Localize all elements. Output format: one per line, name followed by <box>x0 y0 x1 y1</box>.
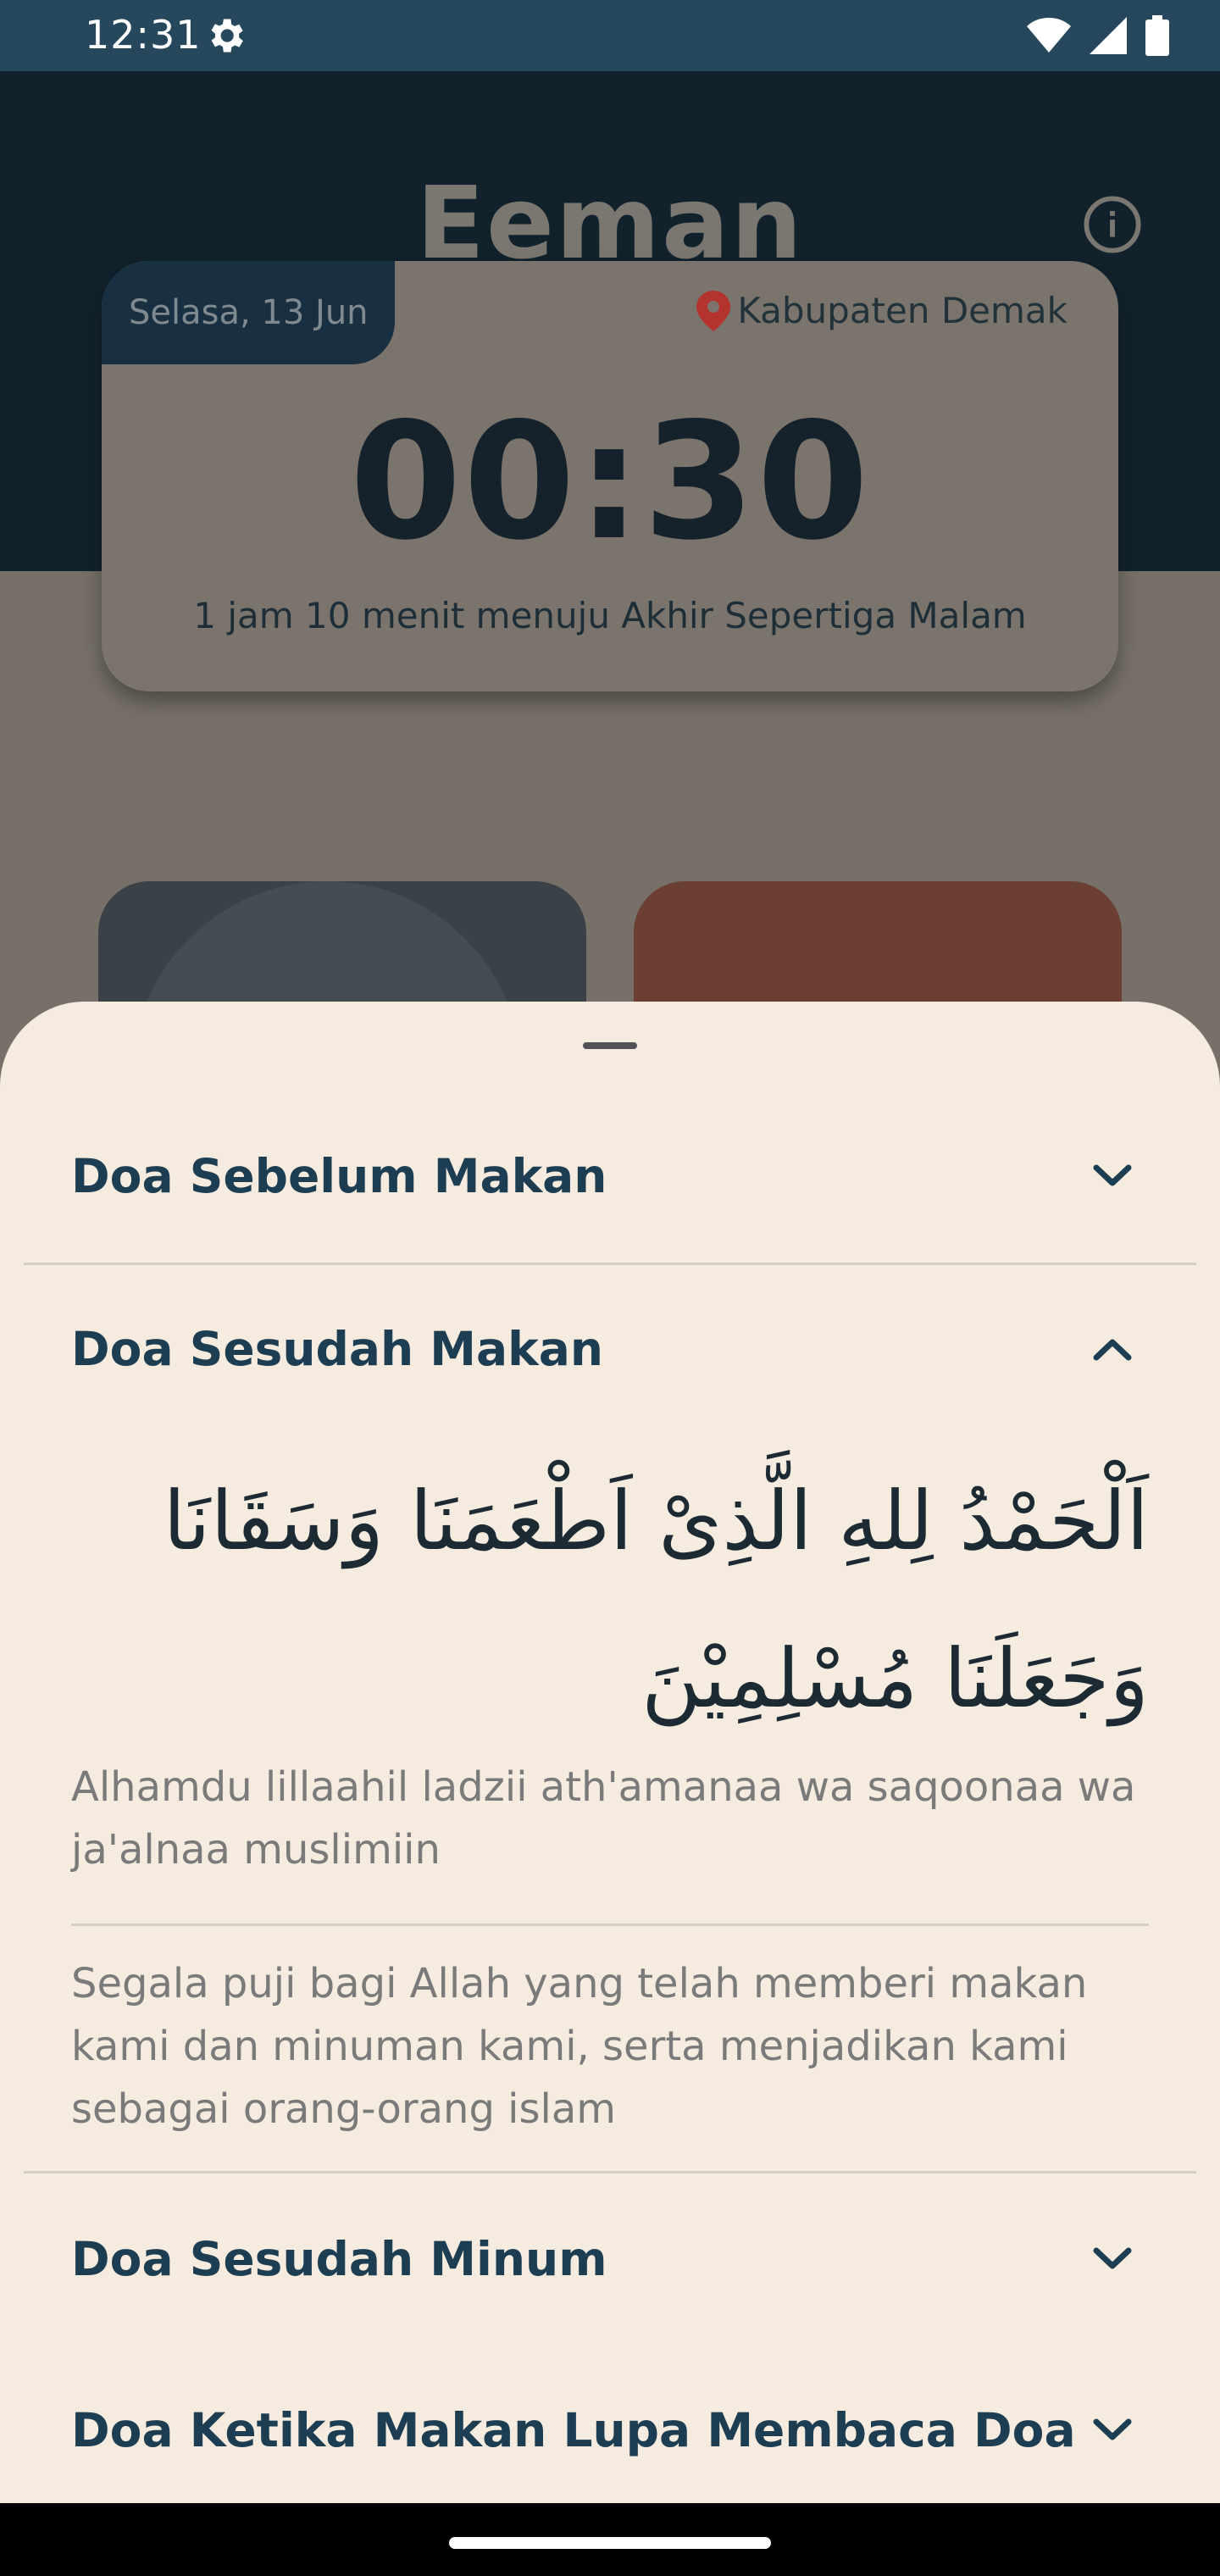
chevron-down-icon <box>1093 2418 1132 2440</box>
accordion-header-doa-sesudah-makan[interactable]: Doa Sesudah Makan <box>0 1264 1220 1434</box>
wifi-icon <box>1027 18 1071 53</box>
status-bar: 12:31 <box>0 0 1220 71</box>
location[interactable]: Kabupaten Demak <box>696 290 1068 331</box>
accordion-title: Doa Sesudah Makan <box>71 1322 603 1376</box>
date-chip: Selasa, 13 Jun <box>102 261 395 364</box>
battery-icon <box>1145 15 1169 56</box>
home-indicator[interactable] <box>449 2537 771 2549</box>
drag-handle[interactable] <box>583 1042 637 1049</box>
accordion-header-doa-sesudah-minum[interactable]: Doa Sesudah Minum <box>0 2174 1220 2344</box>
accordion-title: Doa Ketika Makan Lupa Membaca Doa <box>71 2403 1076 2457</box>
signal-icon <box>1090 17 1127 54</box>
divider <box>24 2171 1196 2174</box>
accordion-title: Doa Sebelum Makan <box>71 1149 607 1203</box>
divider <box>71 1924 1149 1926</box>
chevron-down-icon <box>1093 2247 1132 2269</box>
status-time: 12:31 <box>85 12 202 58</box>
current-time: 00:30 <box>349 388 871 575</box>
accordion-header-doa-sebelum-makan[interactable]: Doa Sebelum Makan <box>0 1091 1220 1261</box>
navigation-bar <box>0 2503 1220 2576</box>
chevron-down-icon <box>1093 1164 1132 1186</box>
doa-translation-text: Segala puji bagi Allah yang telah member… <box>71 1960 1088 2133</box>
location-pin-icon <box>696 290 731 331</box>
doa-arabic-text: اَلْحَمْدُ لِلهِ الَّذِىْ اَطْعَمَنَا وَ… <box>163 1474 1149 1726</box>
accordion-title: Doa Sesudah Minum <box>71 2232 607 2286</box>
prayer-time-card[interactable]: Selasa, 13 Jun Kabupaten Demak 00:30 1 j… <box>102 261 1118 691</box>
gear-icon <box>211 19 243 53</box>
doa-latin-text: Alhamdu lillaahil ladzii ath'amanaa wa s… <box>71 1763 1136 1874</box>
doa-bottom-sheet: Doa Sebelum Makan Doa Sesudah Makan اَلْ… <box>0 1002 1220 2503</box>
countdown-text: 1 jam 10 menit menuju Akhir Sepertiga Ma… <box>193 595 1027 636</box>
accordion-header-doa-lupa-membaca-doa[interactable]: Doa Ketika Makan Lupa Membaca Doa <box>0 2346 1220 2503</box>
location-label: Kabupaten Demak <box>737 290 1068 331</box>
info-icon[interactable] <box>1083 195 1142 254</box>
chevron-up-icon <box>1093 1339 1132 1361</box>
